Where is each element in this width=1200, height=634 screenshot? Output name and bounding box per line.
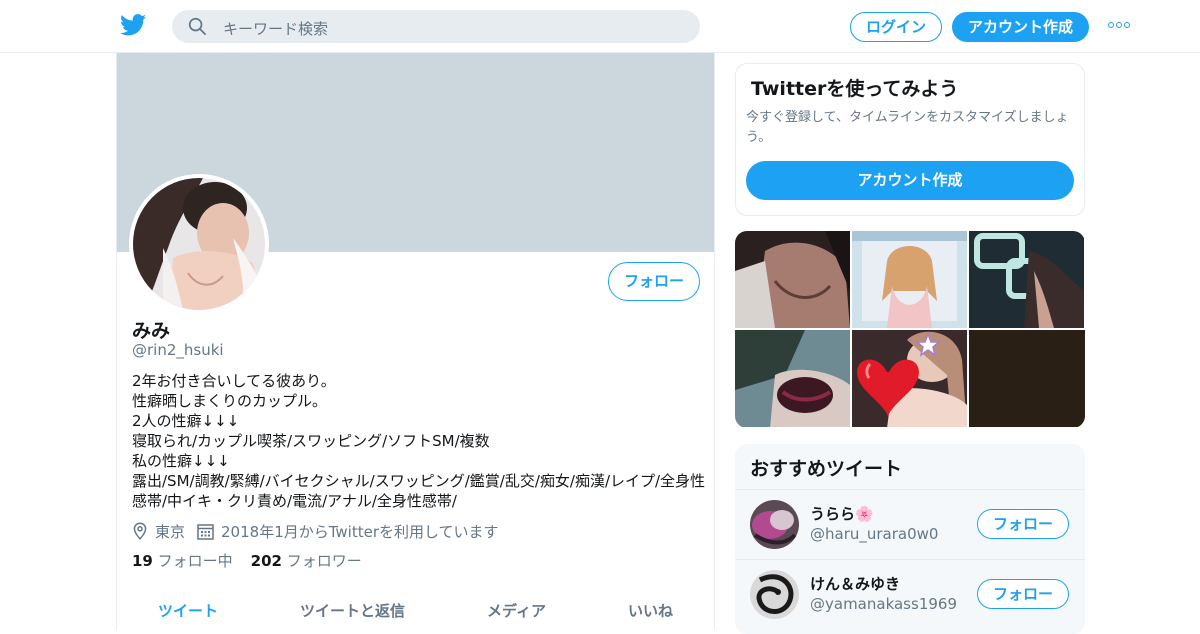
search-icon — [188, 17, 206, 35]
recommended-tweets-card: おすすめツイート うらら🌸 @haru_urara0w0 フォロー けん＆みゆき… — [735, 444, 1085, 634]
media-thumbnail[interactable] — [735, 330, 850, 427]
signup-card-description: 今すぐ登録して、タイムラインをカスタマイズしましょう。 — [746, 110, 1069, 145]
followers-link[interactable]: 202 フォロワー — [251, 552, 362, 570]
login-button[interactable]: ログイン — [850, 12, 942, 42]
more-icon[interactable] — [1108, 22, 1130, 30]
avatar[interactable] — [750, 500, 799, 549]
top-navigation-bar: キーワード検索 ログイン アカウント作成 — [0, 0, 1200, 53]
bio-line: 2年お付き合いしてる彼あり。 — [132, 372, 336, 390]
profile-handle: @rin2_hsuki — [132, 341, 224, 359]
tab-likes[interactable]: いいね — [628, 600, 673, 621]
follow-button[interactable]: フォロー — [977, 509, 1069, 539]
follow-button[interactable]: フォロー — [608, 262, 700, 301]
signup-button[interactable]: アカウント作成 — [952, 12, 1089, 42]
tab-tweets-and-replies[interactable]: ツイートと返信 — [300, 600, 405, 621]
profile-avatar[interactable] — [129, 174, 269, 314]
follow-button[interactable]: フォロー — [977, 579, 1069, 609]
recommended-user-handle: @yamanakass1969 — [810, 595, 957, 613]
signup-card-button[interactable]: アカウント作成 — [746, 161, 1074, 200]
media-thumbnail[interactable] — [852, 231, 967, 328]
profile-meta: 東京 2018年1月からTwitterを利用しています — [132, 520, 499, 542]
calendar-icon — [197, 523, 214, 540]
signup-prompt-card: Twitterを使ってみよう 今すぐ登録して、タイムラインをカスタマイズしましょ… — [735, 63, 1085, 216]
bio-line: 私の性癖↓↓↓ — [132, 452, 230, 470]
tab-media[interactable]: メディア — [487, 600, 546, 621]
location-pin-icon — [133, 522, 147, 540]
recommended-user-row[interactable]: けん＆みゆき @yamanakass1969 フォロー — [735, 559, 1085, 628]
search-input[interactable]: キーワード検索 — [223, 18, 328, 39]
following-link[interactable]: 19 フォロー中 — [132, 552, 233, 570]
bio-line: 2人の性癖↓↓↓ — [132, 412, 240, 430]
bio-line: 感帯/中イキ・クリ責め/電流/アナル/全身性感帯/ — [132, 492, 457, 510]
recommended-user-name[interactable]: うらら🌸 — [810, 503, 874, 524]
bio-line: 露出/SM/調教/緊縛/バイセクシャル/スワッピング/鑑賞/乱交/痴女/痴漢/レ… — [132, 472, 706, 490]
tab-tweets[interactable]: ツイート — [158, 600, 218, 621]
search-box[interactable]: キーワード検索 — [172, 10, 700, 43]
profile-tabs: ツイート ツイートと返信 メディア いいね — [117, 588, 714, 630]
recommended-title: おすすめツイート — [750, 458, 903, 480]
profile-bio: 2年お付き合いしてる彼あり。 性癖晒しまくりのカップル。 2人の性癖↓↓↓ 寝取… — [132, 371, 706, 511]
profile-location: 東京 — [155, 522, 186, 541]
bio-line: 寝取られ/カップル喫茶/スワッピング/ソフトSM/複数 — [132, 432, 490, 450]
avatar-photo — [133, 178, 265, 310]
media-grid — [735, 231, 1085, 428]
profile-name: みみ — [132, 320, 171, 342]
signup-card-title: Twitterを使ってみよう — [751, 78, 959, 100]
media-thumbnail[interactable] — [969, 231, 1084, 328]
following-label: フォロー中 — [157, 552, 233, 570]
following-count: 19 — [132, 552, 153, 570]
media-thumbnail[interactable] — [852, 330, 967, 427]
recommended-user-handle: @haru_urara0w0 — [810, 525, 939, 543]
followers-count: 202 — [250, 552, 282, 570]
bio-line: 性癖晒しまくりのカップル。 — [132, 392, 328, 410]
twitter-bird-icon[interactable] — [120, 14, 146, 36]
profile-join-date: 2018年1月からTwitterを利用しています — [221, 522, 499, 541]
media-thumbnail[interactable] — [969, 330, 1085, 427]
media-thumbnail[interactable] — [735, 231, 850, 328]
profile-counts: 19 フォロー中 202 フォロワー — [132, 550, 362, 571]
recommended-user-name[interactable]: けん＆みゆき — [810, 573, 900, 594]
profile-panel: フォロー みみ @rin2_hsuki 2年お付き合いしてる彼あり。 性癖晒しま… — [116, 53, 715, 630]
recommended-user-row[interactable]: うらら🌸 @haru_urara0w0 フォロー — [735, 489, 1085, 558]
avatar[interactable] — [750, 570, 799, 619]
followers-label: フォロワー — [286, 552, 362, 570]
